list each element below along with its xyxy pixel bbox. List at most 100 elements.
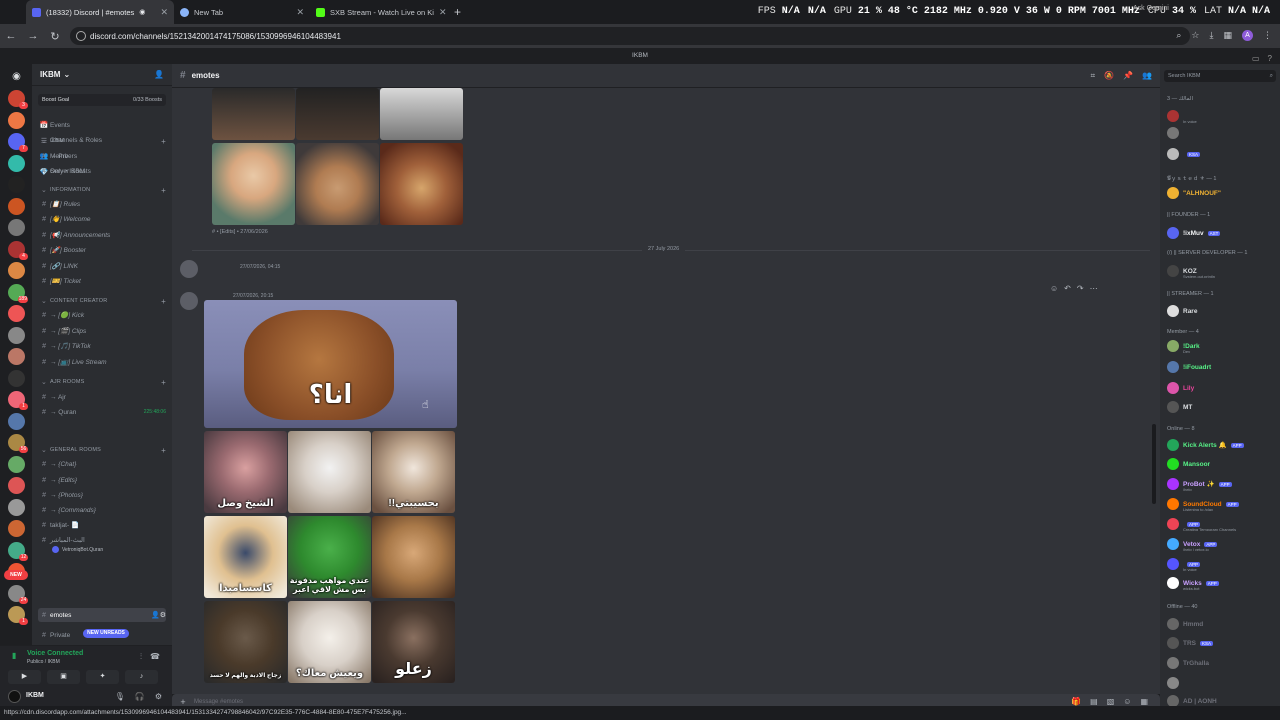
voice-channel-path[interactable]: Publico / IKBM [27,659,60,665]
channel-category[interactable]: ⌄ INFORMATION + [38,183,166,197]
emote-image[interactable]: الشيخ وصل [204,431,287,513]
mic-icon[interactable]: 🎙 [115,692,125,701]
reload-icon[interactable]: ↻ [44,30,66,43]
zoom-icon[interactable]: ⌕ [1176,30,1181,41]
member-item[interactable]: Lily [1167,381,1279,395]
server-icon[interactable]: 56 [8,434,28,453]
search-input[interactable]: Search IKBM ⌕ [1164,70,1276,82]
download-icon[interactable]: ⤓ [1210,30,1214,41]
server-icon[interactable] [8,477,25,494]
member-item[interactable]: !ixMuv AST [1167,226,1279,240]
gift-icon[interactable]: 🎁 [1071,697,1081,706]
gear-icon[interactable]: ⚙ [155,692,162,701]
member-item[interactable]: "ALHNOUF" [1167,186,1279,200]
member-item[interactable] [1167,126,1279,140]
server-icon[interactable]: 24 [8,584,28,604]
channel-item[interactable]: # → {Commands} [38,503,166,517]
user-name[interactable]: IKBM [26,692,44,699]
browser-tab-discord[interactable]: (18332) Discord | #emotes ◉ ✕ [26,0,174,24]
channel-settings-icon[interactable]: 👤⚙ [151,611,166,619]
channel-category[interactable]: ⌄ IKBM + [38,134,166,148]
channel-item[interactable]: # → [🎵] TikTok [38,339,166,353]
extensions-icon[interactable]: ▦ [1223,30,1232,41]
channel-item[interactable]: # → {Photos} [38,488,166,502]
user-avatar[interactable] [8,690,21,703]
member-item[interactable]: KOZ System.out.println [1167,264,1279,278]
channel-item[interactable]: # → Prv [38,149,166,163]
bookmark-star-icon[interactable]: ☆ [1191,30,1199,41]
server-icon[interactable] [8,197,25,215]
add-channel-icon[interactable]: + [161,137,166,146]
back-icon[interactable]: ← [0,30,22,42]
noise-suppression-icon[interactable]: ⫶ [140,652,142,662]
emote-image[interactable] [212,143,295,225]
emote-image[interactable]: زعلو [372,601,455,683]
headphones-icon[interactable]: 🎧 [135,692,145,701]
member-item[interactable]: TrGhalla [1167,656,1279,670]
member-item[interactable]: !Dark Dev [1167,339,1279,353]
member-item[interactable]: APP In voice [1167,557,1279,571]
browser-tab-newtab[interactable]: New Tab ✕ [174,0,310,24]
channel-item[interactable]: # → Ajr [38,390,166,404]
channel-category[interactable]: ⌄ GENERAL ROOMS + [38,443,166,457]
url-field[interactable]: discord.com/channels/1521342001474175086… [70,27,1190,45]
emote-image[interactable] [380,143,463,225]
emote-image[interactable] [288,431,371,513]
server-icon[interactable] [8,348,25,365]
activities-button[interactable]: ✦ [86,670,119,684]
screen-share-button[interactable]: ▣ [47,670,80,684]
server-icon[interactable] [8,369,25,387]
chat-scrollbar[interactable] [1152,424,1156,504]
emote-image[interactable]: انا؟ [204,300,457,428]
member-item[interactable]: TRS KSA [1167,636,1279,650]
emote-image[interactable]: !!بحسيبتي [372,431,455,513]
member-item[interactable]: Rare [1167,304,1279,318]
reaction-icon[interactable]: ☺ [1050,284,1058,293]
emote-image[interactable]: زجاج الادبة والهم لا حسد [204,601,287,683]
channel-item[interactable]: # → [📺] Live Stream [38,355,166,369]
member-item[interactable]: MT [1167,400,1279,414]
notifications-icon[interactable]: 🔕 [1104,71,1114,81]
channel-item[interactable]: # → [🟢] Kick [38,308,166,322]
invite-icon[interactable]: 👤 [154,70,164,79]
channel-item[interactable]: # → {Chat} [38,457,166,471]
member-item[interactable]: Vetox APP/help | vetox.io [1167,537,1279,551]
sticker-icon[interactable]: ▧ [1107,697,1115,706]
server-icon[interactable]: 7 [8,133,28,152]
member-item[interactable]: SoundCloud APP Listening to /play [1167,497,1279,511]
soundboard-button[interactable]: ♪ [125,670,158,684]
user-avatar[interactable] [180,292,198,310]
emote-image[interactable] [380,88,463,140]
close-tab-icon[interactable]: ✕ [160,7,168,18]
members-icon[interactable]: 👥 [1142,71,1152,81]
server-icon[interactable]: 1 [8,606,28,625]
channel-item[interactable]: # البث-المباشر [38,533,166,547]
camera-button[interactable]: ▶ [8,670,41,684]
channel-item[interactable]: # [🔗] LINK [38,259,166,273]
member-item[interactable]: Mansoor [1167,457,1279,471]
disconnect-icon[interactable]: ☎ [150,652,160,662]
member-item[interactable]: Hmmd [1167,617,1279,631]
emote-image[interactable]: كاسسامبدا [204,516,287,598]
channel-item[interactable]: # [🎫] Ticket [38,274,166,288]
pin-icon[interactable]: 📌 [1123,71,1133,81]
server-icon[interactable]: 4 [8,240,28,260]
member-item[interactable]: ProBot ✨ APP/help [1167,477,1279,491]
server-icon[interactable] [8,326,25,344]
add-channel-icon[interactable]: + [161,297,166,306]
forward-icon[interactable]: → [22,30,44,42]
server-icon[interactable] [8,219,25,236]
channel-item[interactable]: # [📢] Announcements [38,228,166,242]
server-icon[interactable]: 12 [8,541,28,561]
emote-image[interactable] [372,516,455,598]
server-icon[interactable] [8,498,25,516]
server-icon[interactable] [8,520,25,537]
server-icon[interactable] [8,412,25,430]
menu-icon[interactable]: ⋮ [1263,30,1272,41]
ask-gemini-button[interactable]: Ask Gemini [1133,5,1169,12]
channel-item[interactable]: # [📋] Rules [38,197,166,211]
gif-icon[interactable]: ▤ [1090,697,1098,706]
channel-item[interactable]: # [👋] Welcome [38,212,166,226]
channel-item[interactable]: # → [🎬] Clips [38,324,166,338]
profile-avatar[interactable]: A [1242,30,1253,41]
